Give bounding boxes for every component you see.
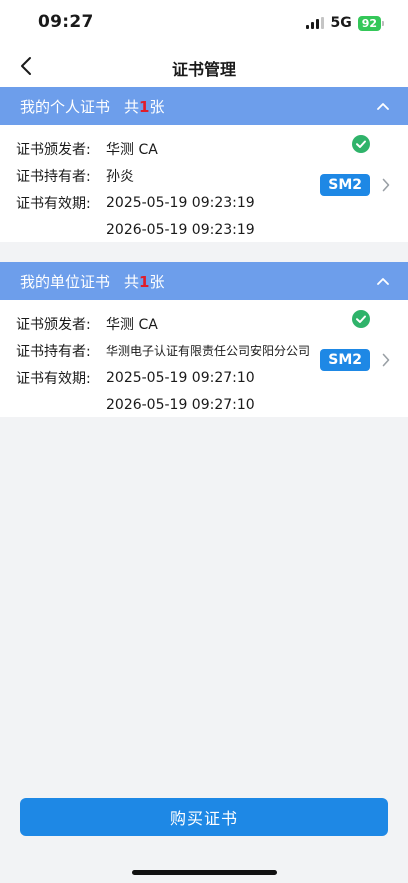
- validity-end-row: 2026-05-19 09:27:10: [16, 391, 408, 418]
- holder-label: 证书持有者:: [16, 343, 91, 360]
- algorithm-badge: SM2: [320, 349, 370, 371]
- cert-count: 共1张: [124, 97, 165, 116]
- validity-label: 证书有效期:: [16, 195, 91, 212]
- valid-from: 2025-05-19 09:23:19: [106, 194, 255, 211]
- chevron-up-icon[interactable]: [376, 99, 390, 113]
- status-indicators: 5G 92: [306, 15, 384, 31]
- issuer-row: 证书颁发者: 华测 CA: [16, 135, 408, 162]
- issuer-row: 证书颁发者: 华测 CA: [16, 310, 408, 337]
- chevron-up-icon[interactable]: [376, 274, 390, 288]
- issuer-value: 华测 CA: [106, 141, 158, 158]
- holder-label: 证书持有者:: [16, 168, 91, 185]
- valid-to: 2026-05-19 09:27:10: [106, 396, 255, 413]
- chevron-right-icon[interactable]: [382, 178, 390, 192]
- section-title: 我的单位证书: [20, 272, 111, 291]
- personal-cert-card[interactable]: 证书颁发者: 华测 CA 证书持有者: 孙炎 证书有效期: 2025-05-19…: [0, 125, 408, 242]
- valid-from: 2025-05-19 09:27:10: [106, 369, 255, 386]
- personal-cert-section: 我的个人证书 共1张 证书颁发者: 华测 CA 证书持有者: 孙炎 证书有效期:…: [0, 87, 408, 242]
- validity-end-row: 2026-05-19 09:23:19: [16, 216, 408, 243]
- section-title: 我的个人证书: [20, 97, 111, 116]
- cert-count: 共1张: [124, 272, 165, 291]
- organization-cert-section: 我的单位证书 共1张 证书颁发者: 华测 CA 证书持有者: 华测电子认证有限责…: [0, 262, 408, 417]
- issuer-label: 证书颁发者:: [16, 316, 91, 333]
- nav-bar: 证书管理: [0, 44, 408, 88]
- signal-icon: [306, 17, 325, 29]
- chevron-right-icon[interactable]: [382, 353, 390, 367]
- organization-cert-header[interactable]: 我的单位证书 共1张: [0, 262, 408, 300]
- buy-certificate-button[interactable]: 购买证书: [20, 798, 388, 836]
- holder-value: 孙炎: [106, 168, 134, 185]
- issuer-label: 证书颁发者:: [16, 141, 91, 158]
- battery-icon: 92: [357, 15, 384, 31]
- status-time: 09:27: [38, 12, 94, 32]
- status-bar: 09:27 5G 92: [0, 0, 408, 44]
- validity-label: 证书有效期:: [16, 370, 91, 387]
- issuer-value: 华测 CA: [106, 316, 158, 333]
- holder-value: 华测电子认证有限责任公司安阳分公司: [106, 344, 311, 358]
- network-type: 5G: [330, 15, 352, 31]
- check-circle-icon: [352, 135, 370, 153]
- check-circle-icon: [352, 310, 370, 328]
- valid-to: 2026-05-19 09:23:19: [106, 221, 255, 238]
- algorithm-badge: SM2: [320, 174, 370, 196]
- organization-cert-card[interactable]: 证书颁发者: 华测 CA 证书持有者: 华测电子认证有限责任公司安阳分公司 证书…: [0, 300, 408, 417]
- home-indicator: [132, 870, 277, 875]
- battery-level: 92: [357, 15, 381, 31]
- page-title: 证书管理: [171, 60, 236, 79]
- personal-cert-header[interactable]: 我的个人证书 共1张: [0, 87, 408, 125]
